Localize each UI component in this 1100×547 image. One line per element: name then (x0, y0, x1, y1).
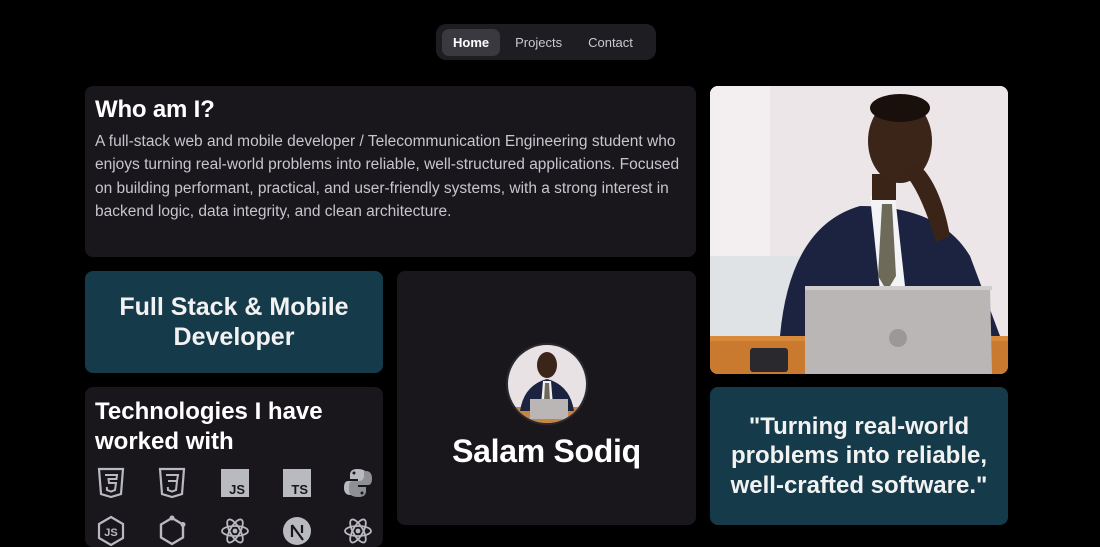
html5-icon (97, 467, 125, 499)
svg-text:TS: TS (291, 482, 308, 497)
react-native-icon (344, 518, 372, 544)
avatar (505, 342, 588, 425)
profile-photo-illustration (710, 86, 1008, 374)
technologies-title: Technologies I have worked with (95, 398, 323, 455)
react-icon (221, 518, 249, 544)
typescript-icon: TS (283, 469, 311, 497)
quote-card: "Turning real-world problems into reliab… (710, 387, 1008, 525)
about-title: Who am I? (95, 96, 215, 123)
nodejs-icon: JS (97, 515, 125, 547)
javascript-icon: JS (221, 469, 249, 497)
svg-text:JS: JS (104, 527, 117, 539)
role-text: Full Stack & Mobile Developer (119, 293, 349, 351)
nextjs-icon (283, 517, 311, 545)
profile-photo (710, 86, 1008, 374)
avatar-illustration (507, 344, 586, 423)
nav-contact[interactable]: Contact (577, 29, 644, 56)
profile-name: Salam Sodiq (452, 432, 641, 469)
about-text: A full-stack web and mobile developer / … (95, 133, 680, 220)
css3-icon (158, 467, 186, 499)
about-card: Who am I? A full-stack web and mobile de… (85, 86, 696, 257)
quote-text: "Turning real-world problems into reliab… (730, 412, 988, 499)
technologies-card: Technologies I have worked with JS TS JS (85, 387, 383, 547)
svg-text:JS: JS (229, 482, 245, 497)
profile-card: Salam Sodiq (397, 271, 696, 525)
nav-projects[interactable]: Projects (504, 29, 573, 56)
top-nav: Home Projects Contact (436, 24, 656, 60)
python-icon (344, 469, 372, 497)
graphql-icon (159, 515, 186, 546)
role-card: Full Stack & Mobile Developer (85, 271, 383, 373)
nav-home[interactable]: Home (442, 28, 501, 56)
